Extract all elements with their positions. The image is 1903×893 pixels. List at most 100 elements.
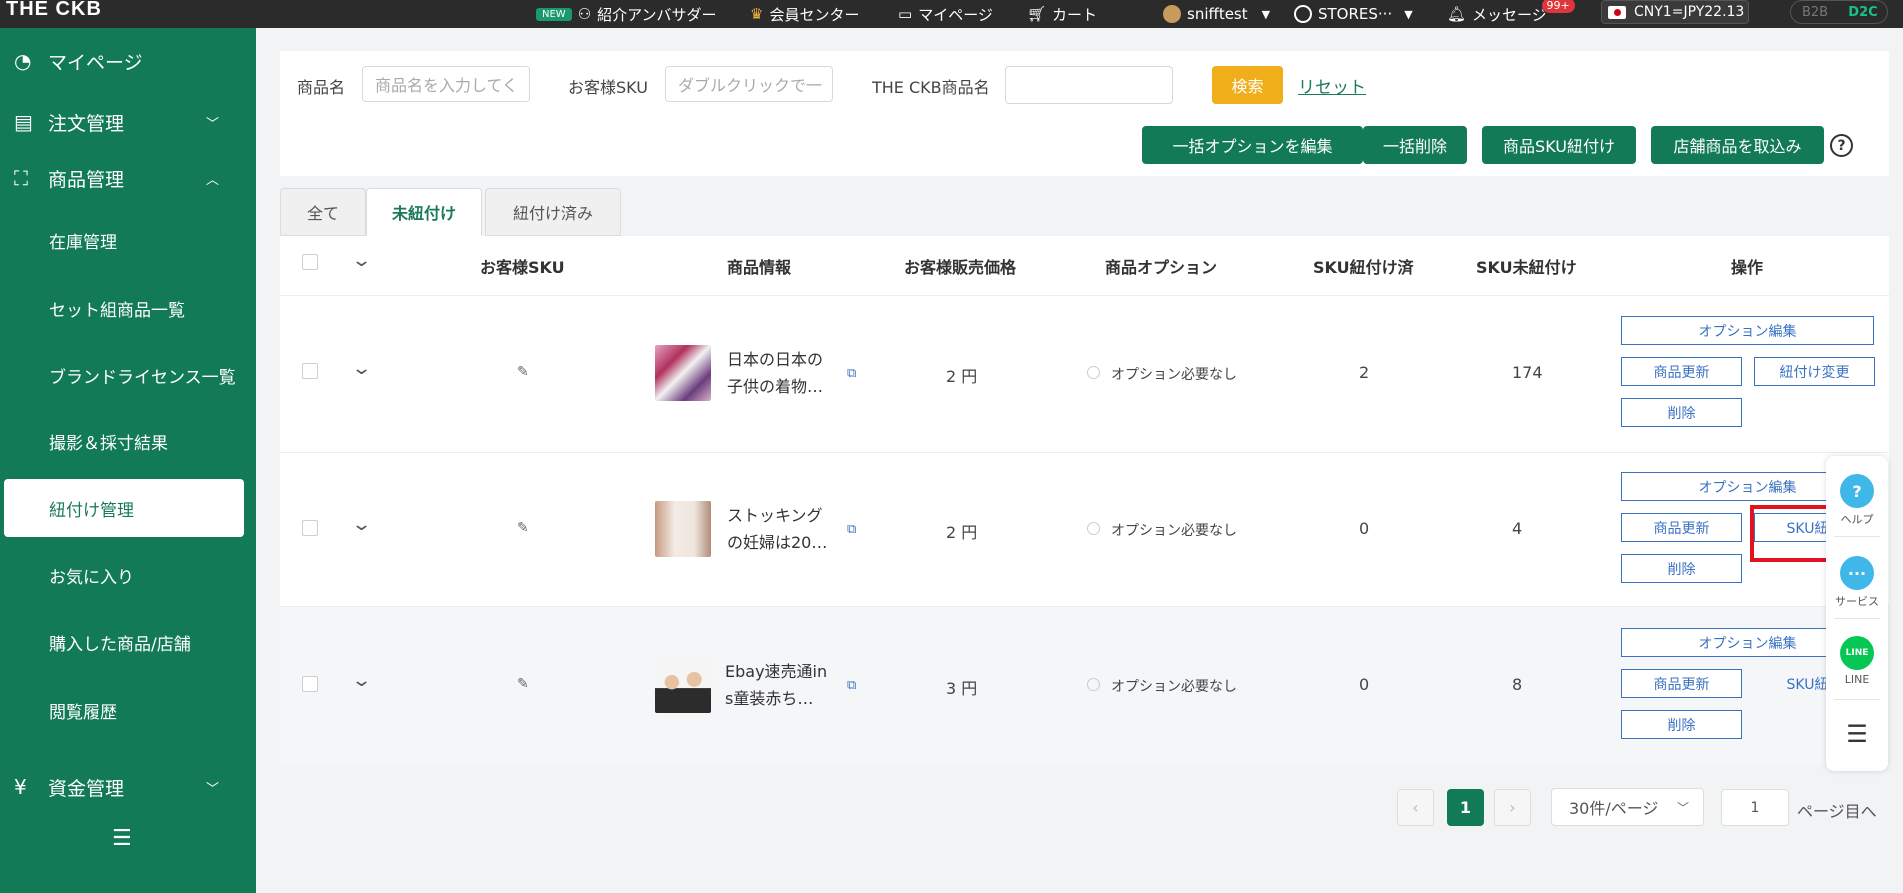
col-product-info: 商品情報	[727, 258, 792, 277]
cart-link[interactable]: 🛒︎ カート	[1027, 0, 1097, 28]
edit-icon[interactable]: ✎	[517, 676, 529, 692]
sidebar-sub-inventory[interactable]: 在庫管理	[0, 220, 256, 260]
pie-chart-icon: ◔	[14, 49, 32, 73]
sku-unlinked-count: 8	[1512, 675, 1523, 694]
edit-icon[interactable]: ✎	[517, 520, 529, 536]
sidebar-sub-history[interactable]: 閲覧履歴	[0, 690, 256, 730]
option-text: オプション必要なし	[1111, 523, 1237, 539]
product-name-input[interactable]: 商品名を入力してく	[362, 66, 530, 102]
product-name[interactable]: Ebay速売通in s童装赤ち…	[725, 658, 835, 712]
change-link-button[interactable]: 紐付け変更	[1754, 357, 1875, 386]
floating-help-panel: ? ヘルプ ··· サービス LINE LINE ☰	[1826, 456, 1888, 771]
line-widget[interactable]: LINE LINE	[1826, 636, 1888, 686]
prev-page-button[interactable]: ‹	[1397, 789, 1434, 826]
option-text: オプション必要なし	[1111, 679, 1237, 695]
option-text: オプション必要なし	[1111, 367, 1237, 383]
sku-link-button[interactable]: 商品SKU紐付け	[1482, 126, 1636, 164]
sidebar-item-products[interactable]: ⛶ 商品管理 ︿	[0, 158, 256, 198]
copy-icon[interactable]: ⧉	[847, 366, 856, 381]
sidebar-item-label: 商品管理	[48, 168, 125, 191]
sidebar-item-funds[interactable]: ¥ 資金管理 ﹀	[0, 767, 256, 807]
indent-menu-icon[interactable]: ☰	[1826, 720, 1888, 748]
d2c-option[interactable]: D2C	[1839, 1, 1887, 23]
messages-badge: 99+	[1541, 0, 1575, 13]
sidebar-sub-favorites[interactable]: お気に入り	[0, 555, 256, 595]
messages-link[interactable]: 🔔︎ メッセージ 99+	[1447, 0, 1575, 28]
row-checkbox[interactable]	[302, 676, 318, 692]
bulk-delete-button[interactable]: 一括削除	[1363, 126, 1467, 164]
page-1-button[interactable]: 1	[1447, 789, 1484, 826]
sku-unlinked-count: 4	[1512, 519, 1523, 538]
col-price: お客様販売価格	[904, 258, 1017, 277]
customer-sku-input[interactable]: ダブルクリックで一	[665, 66, 833, 102]
mode-toggle[interactable]: B2B D2C	[1790, 0, 1888, 24]
sidebar-sub-set-products[interactable]: セット組商品一覧	[0, 288, 256, 328]
ckb-name-input[interactable]	[1005, 66, 1173, 104]
ckb-name-label: THE CKB商品名	[872, 78, 990, 97]
delete-button[interactable]: 削除	[1621, 554, 1742, 583]
tab-linked[interactable]: 紐付け済み	[485, 188, 621, 236]
col-sku-linked: SKU紐付け済	[1313, 258, 1414, 277]
select-all-checkbox[interactable]	[302, 254, 318, 270]
monitor-icon: ▭	[898, 5, 913, 23]
copy-icon[interactable]: ⧉	[847, 522, 856, 537]
row-checkbox[interactable]	[302, 363, 318, 379]
product-update-button[interactable]: 商品更新	[1621, 357, 1742, 386]
sidebar-sub-linking[interactable]: 紐付け管理	[4, 479, 244, 537]
col-sku-unlinked: SKU未紐付け	[1476, 258, 1577, 277]
sidebar-item-mypage[interactable]: ◔ マイページ	[0, 41, 256, 81]
page-size-select[interactable]: 30件/ページ ﹀	[1551, 788, 1704, 826]
product-name[interactable]: 日本の日本の 子供の着物…	[727, 346, 837, 400]
next-page-button[interactable]: ›	[1494, 789, 1531, 826]
collapse-menu-icon[interactable]: ☰	[112, 826, 132, 851]
sku-unlinked-count: 174	[1512, 363, 1543, 382]
line-icon: LINE	[1840, 636, 1874, 670]
delete-button[interactable]: 削除	[1621, 710, 1742, 739]
service-widget-label: サービス	[1835, 595, 1879, 608]
product-update-button[interactable]: 商品更新	[1621, 513, 1742, 542]
store-menu[interactable]: STORES··· ▼	[1294, 0, 1413, 28]
product-thumbnail[interactable]	[655, 657, 711, 713]
product-name[interactable]: ストッキング の妊婦は20…	[727, 502, 837, 556]
b2b-option[interactable]: B2B	[1791, 1, 1839, 23]
exchange-rate: CNY1=JPY22.13	[1601, 0, 1749, 24]
product-update-button[interactable]: 商品更新	[1621, 669, 1742, 698]
reset-link[interactable]: リセット	[1298, 73, 1366, 98]
product-thumbnail[interactable]	[655, 501, 711, 557]
sidebar-item-label: 注文管理	[48, 112, 125, 135]
goto-page-input[interactable]: 1	[1721, 789, 1789, 826]
chevron-down-icon: ▼	[1404, 7, 1413, 21]
avatar	[1163, 5, 1181, 23]
sku-linked-count: 2	[1359, 363, 1370, 382]
tab-unlinked[interactable]: 未紐付け	[366, 188, 482, 236]
bulk-option-edit-button[interactable]: 一括オプションを編集	[1142, 126, 1363, 164]
chevron-down-icon[interactable]: ⌄	[351, 250, 372, 271]
import-store-button[interactable]: 店舗商品を取込み	[1651, 126, 1824, 164]
sidebar-sub-photo-results[interactable]: 撮影＆採寸結果	[0, 421, 256, 461]
chevron-down-icon[interactable]: ⌄	[351, 670, 372, 691]
sidebar-item-orders[interactable]: ▤ 注文管理 ﹀	[0, 102, 256, 142]
logo[interactable]: THE CKB	[6, 0, 102, 19]
chevron-down-icon[interactable]: ⌄	[351, 514, 372, 535]
row-checkbox[interactable]	[302, 520, 318, 536]
copy-icon[interactable]: ⧉	[847, 678, 856, 693]
sidebar-sub-brand-license[interactable]: ブランドライセンス一覧	[0, 355, 256, 395]
member-center-link[interactable]: ♛ 会員センター	[750, 0, 859, 28]
help-icon[interactable]: ?	[1830, 134, 1853, 157]
mypage-link[interactable]: ▭ マイページ	[898, 0, 993, 28]
edit-icon[interactable]: ✎	[517, 364, 529, 380]
tab-all[interactable]: 全て	[280, 188, 366, 236]
delete-button[interactable]: 削除	[1621, 398, 1742, 427]
ambassador-link[interactable]: NEW ⚇ 紹介アンバサダー	[536, 0, 717, 28]
search-button[interactable]: 検索	[1212, 66, 1283, 104]
sidebar-sub-purchased[interactable]: 購入した商品/店舗	[0, 622, 256, 662]
mypage-label: マイページ	[918, 5, 993, 24]
chevron-down-icon[interactable]: ⌄	[351, 358, 372, 379]
product-name-line2: s童装赤ち…	[725, 689, 814, 708]
product-thumbnail[interactable]	[655, 345, 711, 401]
option-edit-button[interactable]: オプション編集	[1621, 316, 1874, 345]
help-widget[interactable]: ? ヘルプ	[1826, 474, 1888, 527]
user-menu[interactable]: snifftest ▼	[1163, 0, 1270, 28]
service-widget[interactable]: ··· サービス	[1826, 556, 1888, 609]
price: 2 円	[946, 523, 978, 542]
